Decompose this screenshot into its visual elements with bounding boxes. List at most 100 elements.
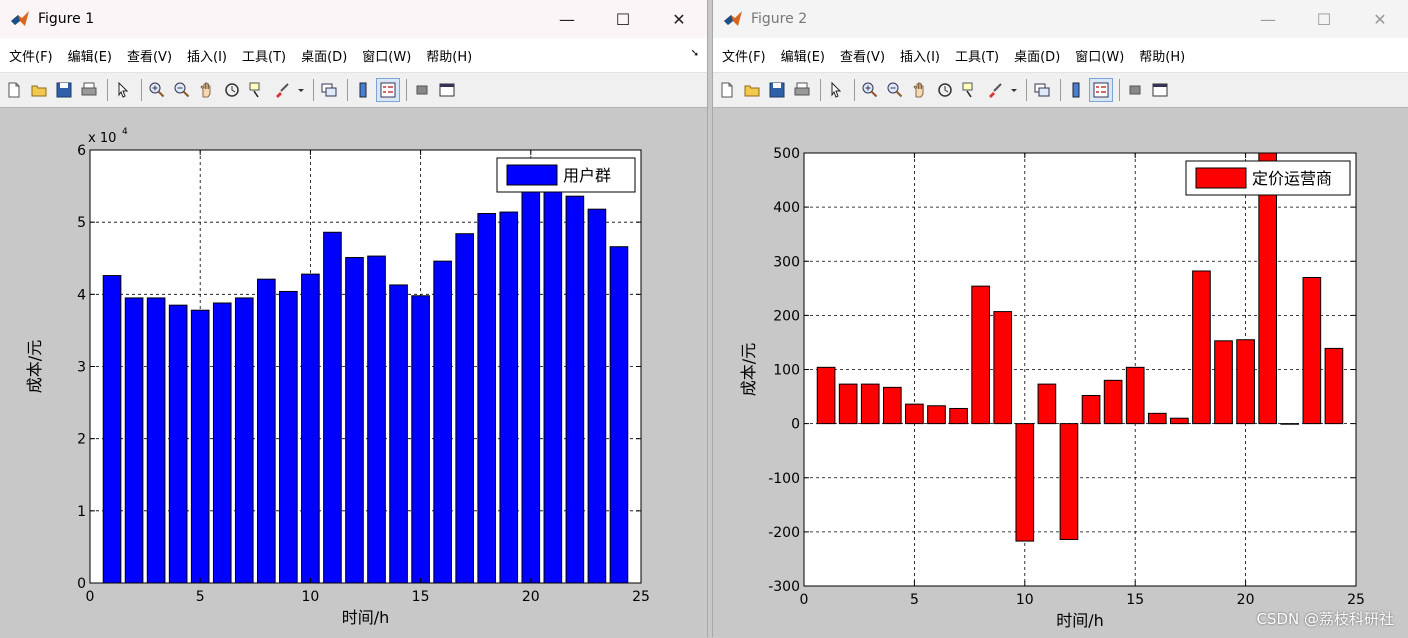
matlab-logo-icon [11,11,29,26]
data-cursor-icon[interactable] [246,79,268,101]
bar-3 [860,383,880,425]
brush-dropdown-icon[interactable] [1009,79,1019,101]
window-title: Figure 2 [751,11,808,27]
menu-bar: 文件(F) 编辑(E) 查看(V) 插入(I) 工具(T) 桌面(D) 窗口(W… [713,38,1408,73]
y-multiplier-label: x 10 [88,131,116,146]
menu-edit[interactable]: 编辑(E) [63,46,122,65]
toolbar-separator [347,79,348,101]
legend-icon[interactable] [1089,78,1113,102]
x-tick-label: 10 [1016,592,1034,608]
zoom-out-icon[interactable] [884,79,906,101]
menu-tools[interactable]: 工具(T) [237,46,296,65]
data-cursor-icon[interactable] [959,79,981,101]
menu-window[interactable]: 窗口(W) [1070,46,1134,65]
minimize-button[interactable]: — [539,0,595,38]
bar-24 [609,246,629,584]
bar-7 [949,407,968,425]
new-figure-icon[interactable] [3,79,25,101]
bar-13 [1081,394,1101,425]
x-tick-label: 5 [196,589,205,605]
y-tick-label: -300 [768,579,800,595]
hide-plot-tools-icon[interactable] [411,79,433,101]
y-tick-label: -100 [768,471,800,487]
bar-21 [543,185,563,584]
colorbar-icon[interactable] [1065,79,1087,101]
open-file-icon[interactable] [28,79,50,101]
y-tick-label: 300 [773,254,800,270]
print-icon[interactable] [791,79,813,101]
brush-icon[interactable] [984,79,1006,101]
figure-2-window: Figure 2 — ☐ ✕ 文件(F) 编辑(E) 查看(V) 插入(I) 工… [712,0,1408,637]
x-tick-label: 20 [522,589,540,605]
menu-insert[interactable]: 插入(I) [895,46,950,65]
maximize-button[interactable]: ☐ [595,0,651,38]
arrow-select-icon[interactable] [112,79,134,101]
title-bar[interactable]: Figure 1 — ☐ ✕ [0,0,707,38]
hide-plot-tools-icon[interactable] [1124,79,1146,101]
legend-swatch [506,164,558,186]
menu-desktop[interactable]: 桌面(D) [296,46,357,65]
rotate-3d-icon[interactable] [221,79,243,101]
bar-7 [234,297,254,584]
show-plot-tools-icon[interactable] [436,79,458,101]
minimize-button[interactable]: — [1240,0,1296,38]
menu-view[interactable]: 查看(V) [122,46,182,65]
toolbar-separator [107,79,108,101]
print-icon[interactable] [78,79,100,101]
menu-window[interactable]: 窗口(W) [357,46,421,65]
link-plot-icon[interactable] [318,79,340,101]
close-button[interactable]: ✕ [651,0,707,38]
bar-20 [1236,339,1255,425]
zoom-in-icon[interactable] [146,79,168,101]
pan-hand-icon[interactable] [196,79,218,101]
rotate-3d-icon[interactable] [934,79,956,101]
bar-8 [971,285,990,425]
zoom-out-icon[interactable] [171,79,193,101]
menu-desktop[interactable]: 桌面(D) [1009,46,1070,65]
menu-view[interactable]: 查看(V) [835,46,895,65]
x-tick-label: 10 [301,589,319,605]
menu-insert[interactable]: 插入(I) [182,46,237,65]
bar-6 [212,302,232,584]
chart-2-svg[interactable]: 0 5 10 15 20 25 -300 -200 -100 0 100 200 300 400 500 时间… [713,108,1407,638]
menu-help[interactable]: 帮助(H) [421,46,482,65]
y-tick-label: 4 [77,287,86,303]
zoom-in-icon[interactable] [859,79,881,101]
menu-file[interactable]: 文件(F) [4,46,63,65]
brush-icon[interactable] [271,79,293,101]
toolbar-separator [1060,79,1061,101]
close-button[interactable]: ✕ [1352,0,1408,38]
open-file-icon[interactable] [741,79,763,101]
bar-4 [882,386,902,425]
bar-1 [816,366,836,425]
y-tick-label: 3 [77,360,86,376]
bar-8 [257,278,276,584]
y-tick-label: 400 [773,200,800,216]
menu-tools[interactable]: 工具(T) [950,46,1009,65]
dock-arrow-icon[interactable]: ➘ [691,48,699,59]
show-plot-tools-icon[interactable] [1149,79,1171,101]
arrow-select-icon[interactable] [825,79,847,101]
link-plot-icon[interactable] [1031,79,1053,101]
legend-icon[interactable] [376,78,400,102]
save-icon[interactable] [53,79,75,101]
bar-15 [411,295,430,584]
save-icon[interactable] [766,79,788,101]
bar-18 [1192,270,1211,425]
menu-help[interactable]: 帮助(H) [1134,46,1195,65]
x-tick-label: 20 [1237,592,1255,608]
title-bar[interactable]: Figure 2 — ☐ ✕ [713,0,1408,38]
colorbar-icon[interactable] [352,79,374,101]
chart-1-svg[interactable]: 0 5 10 15 20 25 0 1 2 3 4 5 6x 10 4 时间/h 成本/元 用户群 [0,108,706,638]
maximize-button[interactable]: ☐ [1296,0,1352,38]
menu-edit[interactable]: 编辑(E) [776,46,835,65]
y-tick-label: 1 [77,504,86,520]
figure-canvas: 0 5 10 15 20 25 -300 -200 -100 0 100 200 300 400 500 时间… [713,108,1408,637]
new-figure-icon[interactable] [716,79,738,101]
brush-dropdown-icon[interactable] [296,79,306,101]
bar-4 [168,304,188,584]
bar-5 [905,403,924,425]
pan-hand-icon[interactable] [909,79,931,101]
toolbar-separator [854,79,855,101]
menu-file[interactable]: 文件(F) [717,46,776,65]
